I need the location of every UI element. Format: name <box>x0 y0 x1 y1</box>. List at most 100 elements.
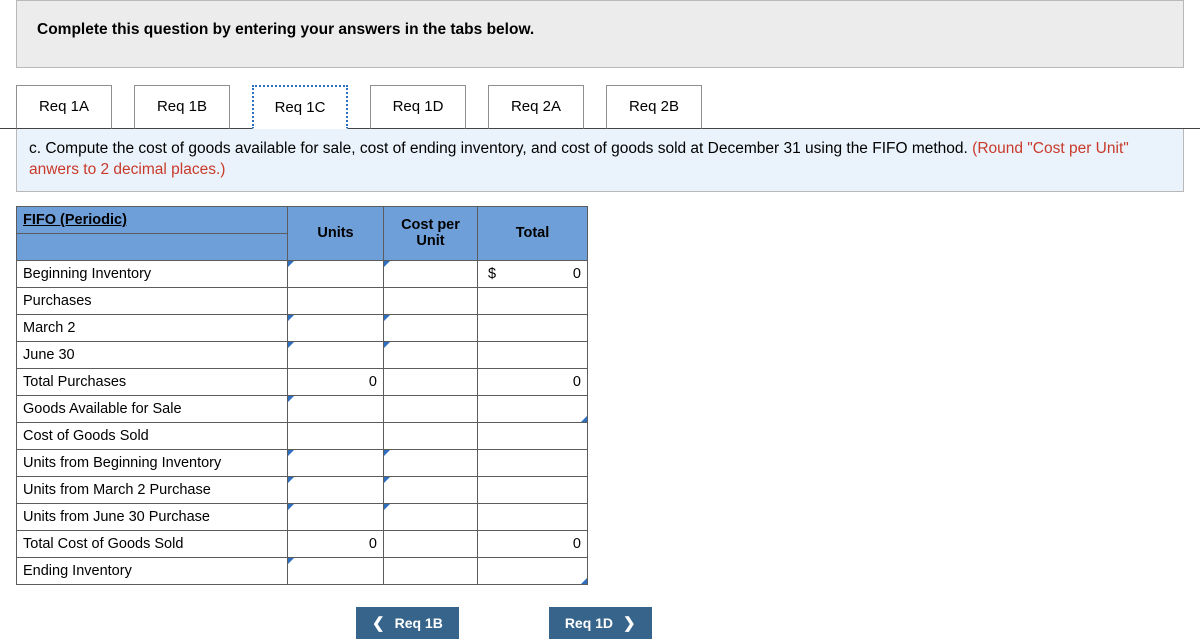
row-label: Beginning Inventory <box>17 260 288 287</box>
question-box: c. Compute the cost of goods available f… <box>16 129 1184 192</box>
total-cell <box>478 314 588 341</box>
tab-label: Req 2B <box>629 98 679 115</box>
total-cell <box>478 476 588 503</box>
total-cell: 0 <box>478 530 588 557</box>
cpu-cell <box>384 395 478 422</box>
table-row: June 30 <box>17 341 588 368</box>
col-header-label: Units <box>317 225 353 241</box>
cpu-input[interactable] <box>384 476 478 503</box>
cpu-input[interactable] <box>384 341 478 368</box>
units-input[interactable] <box>288 503 384 530</box>
row-label: Goods Available for Sale <box>17 395 288 422</box>
tab-req-2b[interactable]: Req 2B <box>606 85 702 129</box>
table-title-spacer <box>17 233 288 260</box>
tab-req-1c[interactable]: Req 1C <box>252 85 348 129</box>
table-title: FIFO (Periodic) <box>17 206 288 233</box>
units-input[interactable] <box>288 476 384 503</box>
total-value: 0 <box>573 536 581 552</box>
next-label: Req 1D <box>565 615 613 631</box>
col-header-cpu: Cost per Unit <box>384 206 478 260</box>
row-label: Total Cost of Goods Sold <box>17 530 288 557</box>
cpu-input[interactable] <box>384 449 478 476</box>
total-cell <box>478 422 588 449</box>
table-row: Goods Available for Sale <box>17 395 588 422</box>
units-value: 0 <box>369 374 377 390</box>
cpu-cell <box>384 368 478 395</box>
units-cell <box>288 422 384 449</box>
units-input[interactable] <box>288 341 384 368</box>
chevron-right-icon: ❯ <box>623 614 636 632</box>
tab-label: Req 1C <box>275 99 326 116</box>
table-title-text: FIFO (Periodic) <box>23 212 127 228</box>
cpu-cell <box>384 530 478 557</box>
row-label: Units from March 2 Purchase <box>17 476 288 503</box>
table-row: Beginning Inventory $0 <box>17 260 588 287</box>
tabs-row: Req 1A Req 1B Req 1C Req 1D Req 2A Req 2… <box>0 84 1200 129</box>
units-input[interactable] <box>288 395 384 422</box>
table-row: Units from March 2 Purchase <box>17 476 588 503</box>
row-label: Ending Inventory <box>17 557 288 584</box>
total-value: 0 <box>573 266 581 282</box>
total-input[interactable] <box>478 557 588 584</box>
total-input[interactable] <box>478 395 588 422</box>
tab-req-1a[interactable]: Req 1A <box>16 85 112 129</box>
table-row: Purchases <box>17 287 588 314</box>
tab-label: Req 1A <box>39 98 89 115</box>
nav-buttons: ❮ Req 1B Req 1D ❯ <box>356 607 1200 639</box>
cpu-cell <box>384 422 478 449</box>
tab-req-1b[interactable]: Req 1B <box>134 85 230 129</box>
row-label: Purchases <box>17 287 288 314</box>
col-header-label: Cost per Unit <box>401 217 460 249</box>
inventory-table: FIFO (Periodic) Units Cost per Unit Tota… <box>16 206 588 585</box>
total-cell: 0 <box>478 368 588 395</box>
total-cell <box>478 341 588 368</box>
cpu-cell <box>384 557 478 584</box>
row-label: June 30 <box>17 341 288 368</box>
units-cell: 0 <box>288 530 384 557</box>
units-input[interactable] <box>288 314 384 341</box>
col-header-label: Total <box>516 225 550 241</box>
table-row: Units from June 30 Purchase <box>17 503 588 530</box>
units-input[interactable] <box>288 449 384 476</box>
table-row: March 2 <box>17 314 588 341</box>
tab-req-2a[interactable]: Req 2A <box>488 85 584 129</box>
units-cell: 0 <box>288 368 384 395</box>
cpu-cell <box>384 287 478 314</box>
total-cell: $0 <box>478 260 588 287</box>
units-input[interactable] <box>288 557 384 584</box>
total-value: 0 <box>573 374 581 390</box>
row-label: Units from June 30 Purchase <box>17 503 288 530</box>
chevron-left-icon: ❮ <box>372 614 385 632</box>
units-value: 0 <box>369 536 377 552</box>
col-header-total: Total <box>478 206 588 260</box>
tab-label: Req 2A <box>511 98 561 115</box>
table-row: Total Purchases 0 0 <box>17 368 588 395</box>
tab-label: Req 1D <box>393 98 444 115</box>
cpu-input[interactable] <box>384 503 478 530</box>
question-text: c. Compute the cost of goods available f… <box>29 140 972 157</box>
table-row: Units from Beginning Inventory <box>17 449 588 476</box>
tab-label: Req 1B <box>157 98 207 115</box>
col-header-units: Units <box>288 206 384 260</box>
total-cell <box>478 449 588 476</box>
prev-label: Req 1B <box>395 615 443 631</box>
total-cell <box>478 287 588 314</box>
table-row: Total Cost of Goods Sold 0 0 <box>17 530 588 557</box>
prev-button[interactable]: ❮ Req 1B <box>356 607 459 639</box>
units-input[interactable] <box>288 260 384 287</box>
units-cell <box>288 287 384 314</box>
currency-symbol: $ <box>484 266 496 282</box>
table-row: Ending Inventory <box>17 557 588 584</box>
row-label: Cost of Goods Sold <box>17 422 288 449</box>
instruction-text: Complete this question by entering your … <box>37 21 534 38</box>
table-row: Cost of Goods Sold <box>17 422 588 449</box>
row-label: March 2 <box>17 314 288 341</box>
instruction-bar: Complete this question by entering your … <box>16 0 1184 68</box>
row-label: Units from Beginning Inventory <box>17 449 288 476</box>
row-label: Total Purchases <box>17 368 288 395</box>
tab-req-1d[interactable]: Req 1D <box>370 85 466 129</box>
cpu-input[interactable] <box>384 314 478 341</box>
cpu-input[interactable] <box>384 260 478 287</box>
next-button[interactable]: Req 1D ❯ <box>549 607 652 639</box>
total-cell <box>478 503 588 530</box>
